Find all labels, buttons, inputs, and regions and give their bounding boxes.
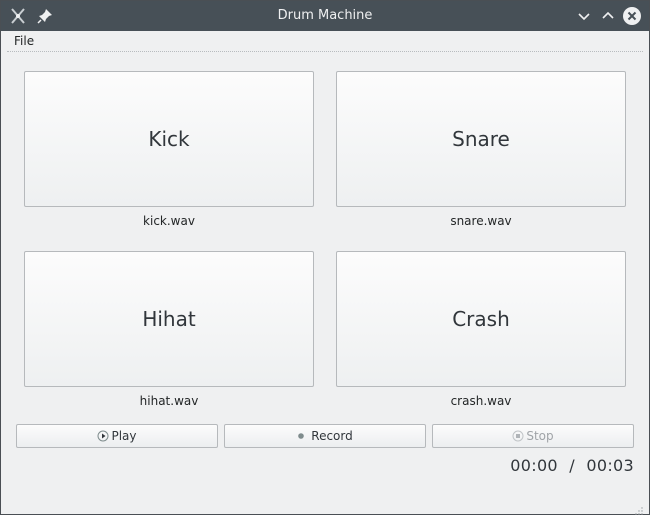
record-icon [297, 432, 305, 440]
pad-kick-button[interactable]: Kick [24, 71, 314, 207]
time-display: 00:00 / 00:03 [481, 456, 634, 475]
pad-kick-file-label: kick.wav [143, 214, 195, 228]
minimize-icon[interactable] [574, 6, 594, 26]
total-time: 00:03 [586, 456, 634, 475]
menu-file[interactable]: File [14, 34, 34, 48]
pad-crash-file-label: crash.wav [450, 394, 512, 408]
play-button[interactable]: Play [16, 424, 218, 448]
resize-grip-icon[interactable] [635, 500, 643, 515]
pad-crash-button[interactable]: Crash [336, 251, 626, 387]
pad-hihat-button[interactable]: Hihat [24, 251, 314, 387]
maximize-icon[interactable] [598, 6, 618, 26]
record-label: Record [311, 429, 353, 443]
play-label: Play [111, 429, 137, 443]
time-separator: / [569, 456, 575, 475]
elapsed-time: 00:00 [510, 456, 558, 475]
stop-button[interactable]: Stop [432, 424, 634, 448]
pad-hihat-file-label: hihat.wav [139, 394, 199, 408]
menu-separator [7, 51, 643, 52]
play-icon [97, 430, 109, 442]
pad-snare-button[interactable]: Snare [336, 71, 626, 207]
stop-label: Stop [526, 429, 554, 443]
stop-icon [512, 430, 524, 442]
record-button[interactable]: Record [224, 424, 426, 448]
window-title: Drum Machine [277, 8, 373, 23]
main-window: Drum Machine File Kick kick.wav Snare sn… [0, 0, 650, 515]
menu-bar: File [1, 31, 649, 52]
title-bar[interactable]: Drum Machine [1, 1, 649, 31]
close-icon[interactable] [621, 5, 643, 27]
pad-snare-file-label: snare.wav [450, 214, 512, 228]
